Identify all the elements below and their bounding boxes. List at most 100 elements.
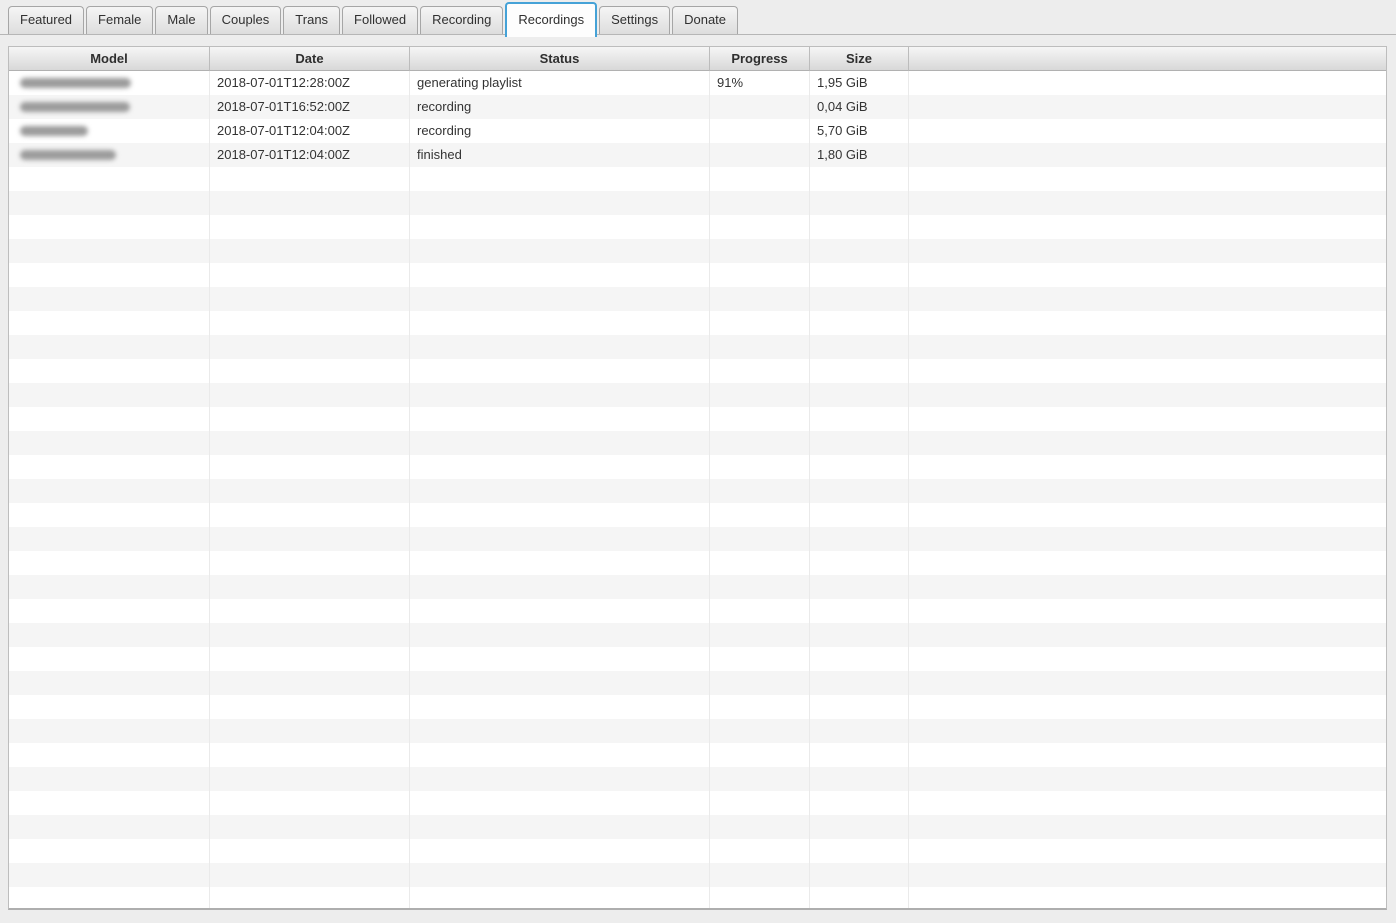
- cell-status: [410, 335, 710, 359]
- table-row-empty: [9, 767, 1386, 791]
- column-header-size[interactable]: Size: [810, 47, 909, 71]
- tab-donate[interactable]: Donate: [672, 6, 739, 34]
- redacted-model-name: [20, 102, 130, 112]
- tab-trans[interactable]: Trans: [283, 6, 341, 34]
- cell-date: [210, 407, 410, 431]
- column-header-status[interactable]: Status: [410, 47, 710, 71]
- table-row-recording[interactable]: 2018-07-01T16:52:00Z recording 0,04 GiB: [9, 95, 1386, 119]
- cell-size: [810, 767, 909, 791]
- cell-status: finished: [410, 143, 710, 167]
- tab-recording[interactable]: Recording: [420, 6, 504, 34]
- cell-filler: [909, 575, 1386, 599]
- cell-model: [9, 527, 210, 551]
- table-row-empty: [9, 551, 1386, 575]
- cell-size: [810, 455, 909, 479]
- cell-size: [810, 407, 909, 431]
- cell-size: [810, 287, 909, 311]
- column-header-progress[interactable]: Progress: [710, 47, 810, 71]
- cell-status: [410, 311, 710, 335]
- cell-date: [210, 719, 410, 743]
- cell-progress: [710, 815, 810, 839]
- cell-progress: [710, 647, 810, 671]
- cell-size: [810, 791, 909, 815]
- cell-date: 2018-07-01T12:04:00Z: [210, 143, 410, 167]
- cell-size: [810, 695, 909, 719]
- cell-status: [410, 455, 710, 479]
- tab-couples[interactable]: Couples: [209, 6, 282, 34]
- cell-status: [410, 887, 710, 908]
- cell-progress: [710, 167, 810, 191]
- cell-model: [9, 191, 210, 215]
- cell-filler: [909, 335, 1386, 359]
- table-row-empty: [9, 335, 1386, 359]
- cell-status: [410, 191, 710, 215]
- cell-date: [210, 239, 410, 263]
- cell-filler: [909, 167, 1386, 191]
- cell-progress: [710, 407, 810, 431]
- cell-filler: [909, 263, 1386, 287]
- table-row-recording[interactable]: 2018-07-01T12:04:00Z recording 5,70 GiB: [9, 119, 1386, 143]
- column-header-model[interactable]: Model: [9, 47, 210, 71]
- tab-settings[interactable]: Settings: [599, 6, 671, 34]
- cell-size: [810, 311, 909, 335]
- tab-followed[interactable]: Followed: [342, 6, 419, 34]
- cell-filler: [909, 695, 1386, 719]
- cell-status: generating playlist: [410, 71, 710, 95]
- cell-date: [210, 815, 410, 839]
- cell-status: recording: [410, 95, 710, 119]
- cell-progress: [710, 719, 810, 743]
- cell-size: [810, 863, 909, 887]
- cell-status: [410, 695, 710, 719]
- cell-model: [9, 623, 210, 647]
- cell-filler: [909, 767, 1386, 791]
- table-row-empty: [9, 263, 1386, 287]
- cell-status: [410, 359, 710, 383]
- table-row-empty: [9, 839, 1386, 863]
- column-header-filler: [909, 47, 1386, 71]
- cell-filler: [909, 551, 1386, 575]
- tab-female[interactable]: Female: [86, 6, 154, 34]
- cell-model: [9, 215, 210, 239]
- cell-status: [410, 407, 710, 431]
- table-row-recording[interactable]: 2018-07-01T12:04:00Z finished 1,80 GiB: [9, 143, 1386, 167]
- cell-model: [9, 455, 210, 479]
- column-header-date[interactable]: Date: [210, 47, 410, 71]
- cell-size: [810, 503, 909, 527]
- cell-filler: [909, 383, 1386, 407]
- cell-model: [9, 359, 210, 383]
- cell-model: [9, 743, 210, 767]
- cell-model: [9, 575, 210, 599]
- cell-status: [410, 215, 710, 239]
- cell-size: [810, 839, 909, 863]
- cell-filler: [909, 887, 1386, 908]
- cell-model: [9, 551, 210, 575]
- cell-status: [410, 719, 710, 743]
- cell-filler: [909, 503, 1386, 527]
- cell-status: [410, 839, 710, 863]
- cell-status: [410, 479, 710, 503]
- tab-male[interactable]: Male: [155, 6, 208, 34]
- cell-size: 5,70 GiB: [810, 119, 909, 143]
- cell-model: [9, 767, 210, 791]
- cell-status: [410, 743, 710, 767]
- table-body: 2018-07-01T12:28:00Z generating playlist 9…: [9, 71, 1386, 908]
- tab-featured[interactable]: Featured: [8, 6, 85, 34]
- cell-filler: [909, 215, 1386, 239]
- redacted-model-name: [20, 126, 88, 136]
- cell-size: [810, 575, 909, 599]
- cell-model: [9, 95, 210, 119]
- table-row-empty: [9, 455, 1386, 479]
- cell-size: [810, 479, 909, 503]
- cell-size: [810, 215, 909, 239]
- cell-date: 2018-07-01T16:52:00Z: [210, 95, 410, 119]
- cell-model: [9, 863, 210, 887]
- cell-progress: [710, 455, 810, 479]
- cell-size: 1,95 GiB: [810, 71, 909, 95]
- cell-date: [210, 263, 410, 287]
- table-row-recording[interactable]: 2018-07-01T12:28:00Z generating playlist 9…: [9, 71, 1386, 95]
- cell-status: [410, 167, 710, 191]
- table-row-empty: [9, 215, 1386, 239]
- tab-recordings[interactable]: Recordings: [505, 2, 598, 37]
- table-row-empty: [9, 431, 1386, 455]
- cell-date: [210, 623, 410, 647]
